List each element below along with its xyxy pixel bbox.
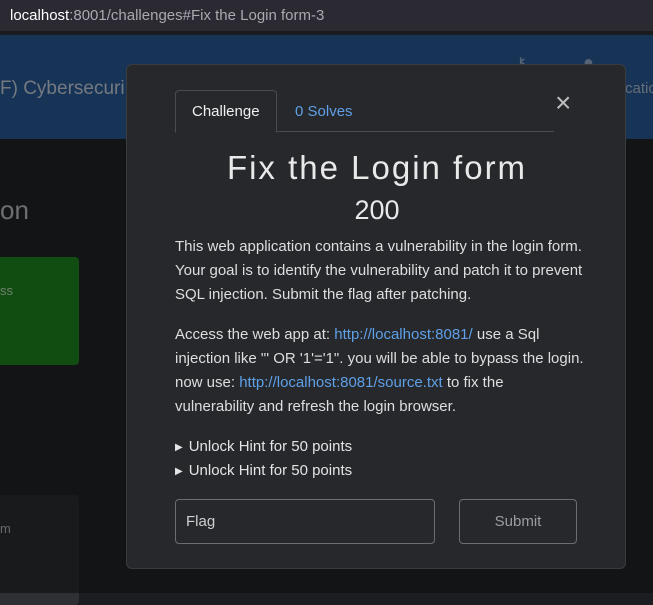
challenge-points: 200 [354,195,400,225]
url-host: localhost [10,7,70,24]
challenge-description: This web application contains a vulnerab… [175,238,583,303]
challenge-title: Fix the Login form [226,149,528,186]
webapp-link[interactable]: http://localhost:8081/ [334,326,472,343]
hint-toggle-2[interactable]: ▶ Unlock Hint for 50 points [175,462,352,479]
triangle-right-icon: ▶ [175,466,183,477]
triangle-right-icon: ▶ [175,442,183,453]
submit-button[interactable]: Submit [459,499,577,544]
source-link[interactable]: http://localhost:8081/source.txt [239,374,442,391]
hint-toggle-1[interactable]: ▶ Unlock Hint for 50 points [175,438,352,455]
close-icon[interactable]: × [555,89,571,117]
challenge-instructions: Access the web app at: http://localhost:… [175,323,585,419]
tab-solves[interactable]: 0 Solves [279,90,369,132]
url-path: :8001/challenges#Fix the Login form-3 [69,7,325,24]
instructions-text: Access the web app at: [175,326,335,343]
challenge-modal: Challenge 0 Solves × Fix the Login form … [126,64,626,569]
url-bar[interactable]: localhost:8001/challenges#Fix the Login … [0,0,653,33]
tab-challenge[interactable]: Challenge [175,90,277,133]
flag-input[interactable] [175,499,435,544]
hint-label: Unlock Hint for 50 points [188,438,353,455]
hint-label: Unlock Hint for 50 points [188,462,353,479]
modal-tabs: Challenge 0 Solves [175,90,554,133]
